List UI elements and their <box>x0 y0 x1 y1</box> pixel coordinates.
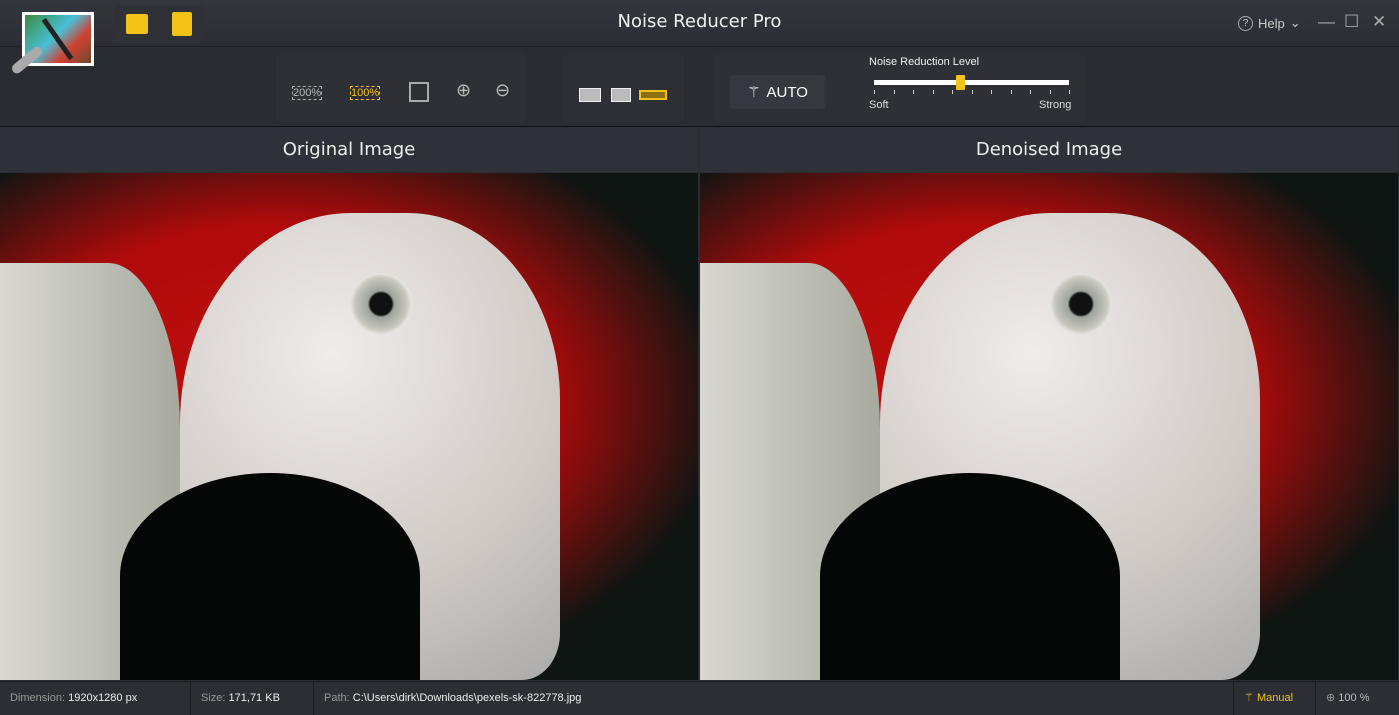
magic-wand-icon: ⚚ <box>1244 692 1254 704</box>
slider-tick <box>971 90 973 94</box>
slider-tick <box>913 90 914 94</box>
noise-level-slider[interactable] <box>874 75 1069 90</box>
save-icon[interactable] <box>172 12 192 36</box>
denoised-header: Denoised Image <box>700 128 1398 172</box>
fit-screen-icon[interactable] <box>409 82 429 102</box>
slider-tick <box>932 90 934 94</box>
zoom-out-icon[interactable]: ⊖ <box>495 80 510 101</box>
help-menu[interactable]: ? Help ⌄ <box>1238 15 1301 31</box>
status-bar: Dimension: 1920x1280 px Size: 171,71 KB … <box>0 681 1399 715</box>
close-button[interactable]: ✕ <box>1372 12 1386 32</box>
slider-tick <box>1010 90 1012 94</box>
dimension-cell: Dimension: 1920x1280 px <box>0 682 191 715</box>
auto-button[interactable]: ⚚ AUTO <box>730 75 825 109</box>
app-title: Noise Reducer Pro <box>617 11 782 32</box>
slider-thumb[interactable] <box>955 75 965 90</box>
path-cell: Path: C:\Users\dirk\Downloads\pexels-sk-… <box>314 682 1234 715</box>
single-view-icon[interactable] <box>579 88 601 102</box>
file-group <box>114 5 204 43</box>
maximize-button[interactable]: ☐ <box>1344 12 1359 32</box>
zoom-200-button[interactable]: 200% <box>292 86 323 100</box>
slider-tick <box>1030 90 1031 94</box>
split-view-icon[interactable] <box>611 88 631 102</box>
slider-max-label: Strong <box>1039 99 1072 111</box>
slider-tick <box>952 90 953 94</box>
zoom-in-icon[interactable]: ⊕ <box>456 80 471 101</box>
minimize-button[interactable]: — <box>1318 12 1335 32</box>
app-logo <box>9 12 94 76</box>
help-label: Help <box>1258 15 1285 31</box>
zoom-100-button[interactable]: 100% <box>350 86 381 100</box>
toolbar: 200% 100% ⊕ ⊖ ⚚ AUTO Noise Reduction Leve… <box>0 48 1399 127</box>
original-header: Original Image <box>0 128 698 172</box>
slider-tick <box>991 90 992 94</box>
slider-tick <box>1069 90 1070 94</box>
slider-min-label: Soft <box>869 99 889 111</box>
slider-tick <box>893 90 895 94</box>
help-icon: ? <box>1238 15 1253 31</box>
side-by-side-view-icon[interactable] <box>639 90 667 100</box>
auto-label: AUTO <box>766 83 808 101</box>
original-image[interactable] <box>0 173 698 680</box>
mode-button[interactable]: ⚚ Manual <box>1234 682 1316 715</box>
size-cell: Size: 171,71 KB <box>191 682 314 715</box>
slider-tick <box>874 90 875 94</box>
slider-tick <box>1049 90 1051 94</box>
open-folder-icon[interactable] <box>126 14 148 34</box>
view-mode-group <box>563 54 684 122</box>
zoom-icon: ⊕ <box>1326 692 1336 704</box>
zoom-group: 200% 100% ⊕ ⊖ <box>276 54 526 122</box>
title-bar: Noise Reducer Pro ? Help ⌄ — ☐ ✕ <box>0 0 1399 47</box>
slider-label: Noise Reduction Level <box>869 56 980 68</box>
zoom-level[interactable]: ⊕ 100 % <box>1316 682 1399 715</box>
noise-group: ⚚ AUTO Noise Reduction Level Soft Strong <box>714 54 1085 122</box>
magic-wand-icon: ⚚ <box>747 84 761 101</box>
denoised-image[interactable] <box>700 173 1398 680</box>
chevron-down-icon: ⌄ <box>1289 15 1301 30</box>
